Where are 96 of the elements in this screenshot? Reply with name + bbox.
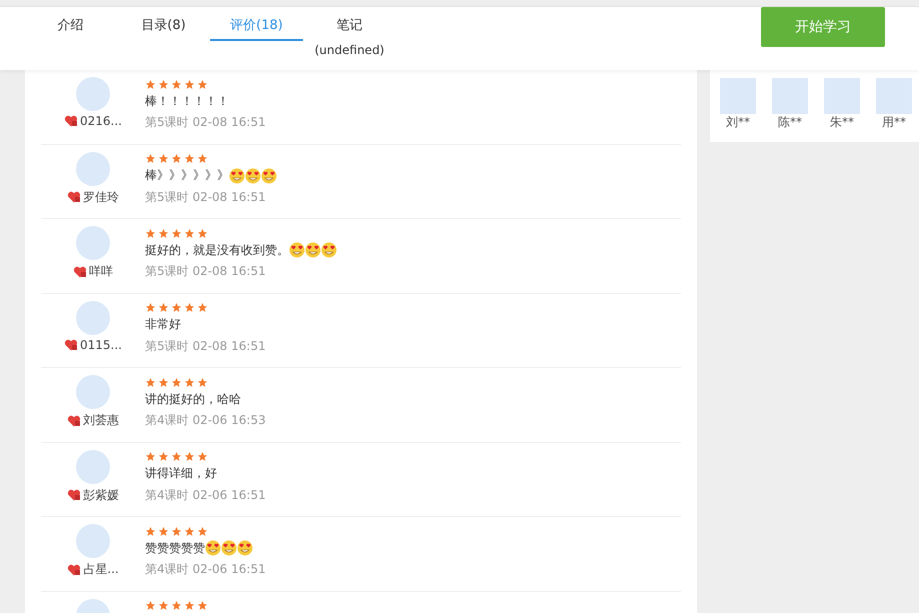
user-name: 刘荟惠 bbox=[83, 412, 119, 429]
learner-name: 陈** bbox=[778, 114, 802, 131]
heart-eyes-emoji-icon bbox=[221, 540, 237, 556]
heart-badge-icon bbox=[64, 115, 78, 127]
star-icon bbox=[145, 376, 156, 388]
star-icon bbox=[158, 228, 169, 238]
star-icon bbox=[158, 302, 169, 313]
heart-badge-icon bbox=[67, 414, 81, 426]
heart-eyes-emoji-icon bbox=[321, 242, 337, 258]
star-icon bbox=[145, 153, 156, 164]
user-name: 罗佳玲 bbox=[83, 188, 119, 206]
star-icon bbox=[145, 302, 156, 313]
heart-badge-icon bbox=[67, 191, 81, 203]
review-text: 讲得详细，好 bbox=[145, 465, 217, 482]
heart-eyes-emoji-icon bbox=[305, 242, 321, 258]
avatar bbox=[76, 450, 110, 484]
star-icon bbox=[184, 153, 195, 164]
star-icon bbox=[171, 376, 182, 388]
heart-badge-icon bbox=[64, 338, 78, 350]
user-name: 彭紫媛 bbox=[83, 486, 119, 504]
avatar bbox=[76, 152, 110, 186]
user-name: 占星... bbox=[83, 561, 119, 578]
avatar bbox=[76, 77, 110, 111]
learner-avatar bbox=[720, 78, 756, 114]
star-icon bbox=[171, 302, 182, 313]
star-icon bbox=[158, 78, 169, 90]
star-icon bbox=[184, 600, 195, 611]
star-icon bbox=[184, 228, 195, 238]
user-name: 0115... bbox=[80, 338, 122, 352]
star-icon bbox=[197, 78, 208, 90]
review-meta: 第4课时 02-06 16:51 bbox=[145, 486, 266, 504]
heart-badge-icon bbox=[73, 266, 87, 278]
heart-badge-icon bbox=[67, 489, 81, 501]
avatar bbox=[76, 375, 110, 409]
avatar bbox=[76, 300, 110, 334]
review-text: 挺好的，就是没有收到赞。 bbox=[145, 242, 289, 258]
star-icon bbox=[158, 376, 169, 388]
learner-avatar bbox=[772, 78, 808, 114]
star-icon bbox=[145, 526, 156, 536]
avatar bbox=[76, 524, 110, 558]
review-meta: 第4课时 02-06 16:51 bbox=[145, 561, 266, 578]
learner-avatar bbox=[876, 78, 912, 114]
star-icon bbox=[184, 451, 195, 462]
user-name: 咩咩 bbox=[89, 263, 113, 280]
learner-name: 朱** bbox=[830, 114, 854, 131]
star-icon bbox=[171, 451, 182, 462]
heart-eyes-emoji-icon bbox=[245, 168, 261, 184]
review-text: 棒！！！！！！ bbox=[145, 92, 229, 110]
heart-eyes-emoji-icon bbox=[237, 540, 253, 556]
star-icon bbox=[197, 302, 208, 313]
review-meta: 第5课时 02-08 16:51 bbox=[145, 263, 267, 280]
star-icon bbox=[171, 78, 182, 90]
star-icon bbox=[171, 153, 182, 164]
star-icon bbox=[197, 600, 208, 611]
review-meta: 第4课时 02-06 16:53 bbox=[145, 412, 266, 429]
star-icon bbox=[158, 451, 169, 462]
star-icon bbox=[145, 451, 156, 462]
star-icon bbox=[145, 600, 156, 611]
review-meta: 第5课时 02-08 16:51 bbox=[145, 338, 266, 354]
tab[interactable]: 目录(8) bbox=[117, 7, 210, 57]
heart-badge-icon bbox=[67, 564, 82, 576]
learner-name: 用** bbox=[882, 114, 906, 131]
star-icon bbox=[145, 78, 156, 90]
star-icon bbox=[158, 153, 169, 164]
user-name: 0216... bbox=[80, 114, 122, 128]
review-text: 赞赞赞赞赞 bbox=[145, 540, 205, 556]
star-icon bbox=[197, 376, 208, 388]
review-text: 非常好 bbox=[145, 316, 181, 333]
heart-eyes-emoji-icon bbox=[229, 168, 245, 184]
learner-avatar bbox=[824, 78, 860, 114]
star-icon bbox=[158, 600, 169, 611]
star-icon bbox=[171, 600, 182, 611]
learner-name: 刘** bbox=[726, 114, 750, 131]
star-icon bbox=[197, 228, 208, 238]
star-icon bbox=[184, 302, 195, 313]
star-icon bbox=[171, 526, 182, 536]
tab-note: (undefined) bbox=[314, 43, 384, 57]
tab[interactable]: 介绍 bbox=[24, 7, 117, 57]
star-icon bbox=[158, 526, 169, 536]
review-meta: 第5课时 02-08 16:51 bbox=[145, 114, 266, 131]
star-icon bbox=[197, 451, 208, 462]
tab[interactable]: 笔记 (undefined) bbox=[303, 7, 396, 57]
star-icon bbox=[184, 526, 195, 536]
review-text: 讲的挺好的，哈哈 bbox=[145, 390, 241, 408]
star-icon bbox=[145, 228, 156, 238]
heart-eyes-emoji-icon bbox=[205, 540, 221, 556]
avatar bbox=[76, 226, 110, 260]
heart-eyes-emoji-icon bbox=[289, 242, 305, 258]
heart-eyes-emoji-icon bbox=[261, 168, 277, 184]
star-icon bbox=[184, 376, 195, 388]
review-text: 棒》》》》》》 bbox=[145, 167, 229, 184]
review-meta: 第5课时 02-08 16:51 bbox=[145, 188, 267, 206]
star-icon bbox=[184, 78, 195, 90]
star-icon bbox=[197, 526, 208, 536]
star-icon bbox=[171, 228, 182, 238]
star-icon bbox=[197, 153, 208, 164]
